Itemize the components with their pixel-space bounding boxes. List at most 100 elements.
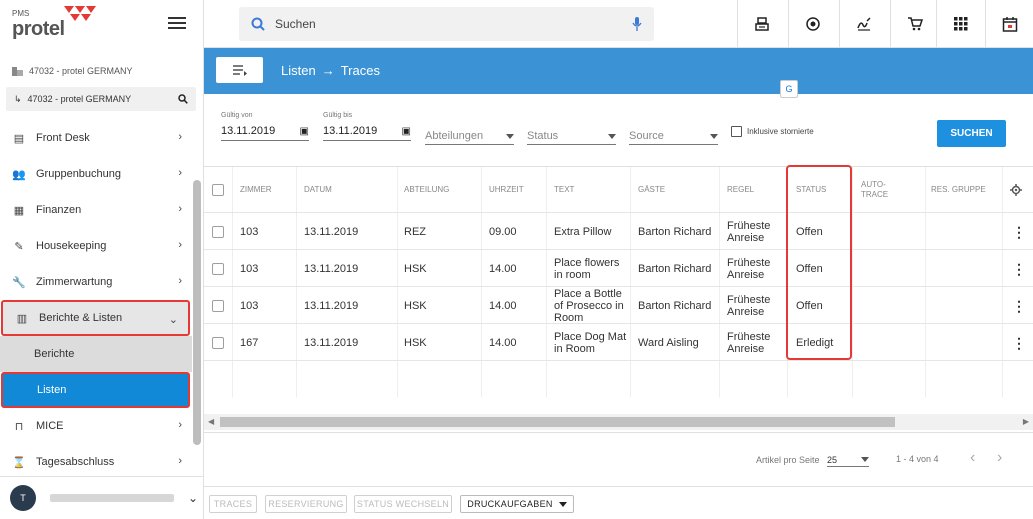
nav-subitem-reports[interactable]: Berichte — [0, 336, 192, 372]
table-row[interactable]: 167 13.11.2019 HSK 14.00 Place Dog Mat i… — [204, 323, 1033, 360]
cell-time: 14.00 — [489, 299, 517, 312]
valid-from-field[interactable]: Gültig von 13.11.2019 ▣ — [221, 112, 309, 141]
search-button[interactable]: SUCHEN — [937, 120, 1006, 147]
target-icon[interactable] — [788, 0, 836, 48]
table-row-empty — [204, 360, 1033, 397]
cart-icon[interactable] — [890, 0, 938, 48]
page-header: Listen → Traces — [204, 48, 1033, 94]
cell-date: 13.11.2019 — [304, 336, 359, 349]
hourglass-icon: ⌛ — [12, 456, 26, 469]
nav-label: Gruppenbuchung — [36, 168, 122, 180]
change-status-button[interactable]: STATUS WECHSELN — [354, 495, 452, 513]
include-cancelled-checkbox[interactable]: Inklusive stornierte — [731, 126, 814, 137]
nav-item-mice[interactable]: ⊓ MICE › — [0, 408, 192, 444]
valid-to-field[interactable]: Gültig bis 13.11.2019 ▣ — [323, 112, 411, 141]
nav-item-front-desk[interactable]: ▤ Front Desk › — [0, 120, 192, 156]
table-row[interactable]: 103 13.11.2019 HSK 14.00 Place a Bottle … — [204, 286, 1033, 324]
nav-item-day-close[interactable]: ⌛ Tagesabschluss › — [0, 444, 192, 480]
filter-toggle-button[interactable] — [216, 57, 263, 83]
calendar-icon[interactable] — [985, 0, 1033, 48]
nav-item-group-booking[interactable]: 👥 Gruppenbuchung › — [0, 156, 192, 192]
nav-label: Berichte & Listen — [39, 312, 123, 324]
microphone-icon[interactable] — [632, 17, 642, 31]
row-menu-icon[interactable]: ⋮ — [1012, 324, 1026, 361]
sub-arrow-icon: ↳ — [14, 93, 22, 104]
paginator: Artikel pro Seite 25 1 - 4 von 4 ‹ › — [204, 432, 1033, 485]
header-rule[interactable]: REGEL — [727, 167, 754, 213]
nav-label: Finanzen — [36, 204, 82, 216]
horizontal-scrollbar[interactable]: ◀ ▶ — [204, 414, 1033, 430]
scrollbar-thumb[interactable] — [220, 417, 895, 427]
row-checkbox[interactable] — [212, 262, 224, 275]
sidebar: PMS protel 47032 - protel GERMANY ↳ 4703… — [0, 0, 204, 519]
header-res-group[interactable]: RES. GRUPPE — [931, 167, 986, 213]
header-time[interactable]: UHRZEIT — [489, 167, 524, 213]
checkbox[interactable] — [731, 126, 742, 137]
cell-text: Place flowers in room — [554, 256, 620, 281]
cell-text: Place Dog Mat in Room — [554, 330, 627, 355]
next-page-icon[interactable]: › — [997, 449, 1002, 467]
cell-date: 13.11.2019 — [304, 225, 359, 238]
row-menu-icon[interactable]: ⋮ — [1012, 250, 1026, 287]
header-text[interactable]: TEXT — [554, 167, 574, 213]
per-page-label: Artikel pro Seite — [756, 455, 820, 465]
user-menu[interactable]: T ⌄ — [0, 476, 204, 519]
row-menu-icon[interactable]: ⋮ — [1012, 213, 1026, 250]
department-select[interactable]: Abteilungen — [425, 128, 514, 145]
header-department[interactable]: ABTEILUNG — [404, 167, 449, 213]
nav-subitem-lists[interactable]: Listen — [1, 372, 190, 408]
sidebar-scrollbar[interactable] — [193, 180, 201, 445]
status-select[interactable]: Status — [527, 128, 616, 145]
per-page-select[interactable]: 25 — [827, 453, 869, 467]
sign-icon[interactable] — [839, 0, 887, 48]
valid-from-label: Gültig von — [221, 112, 253, 119]
row-menu-icon[interactable]: ⋮ — [1012, 287, 1026, 324]
breadcrumb: Listen → Traces — [281, 63, 380, 78]
nav-label: Listen — [37, 384, 67, 396]
logo-prefix: PMS — [12, 9, 30, 18]
breadcrumb-arrow-icon: → — [321, 63, 335, 78]
header-room[interactable]: ZIMMER — [240, 167, 272, 213]
previous-page-icon[interactable]: ‹ — [970, 449, 975, 467]
apps-grid-icon[interactable] — [936, 0, 984, 48]
cash-register-icon[interactable] — [737, 0, 785, 48]
row-checkbox[interactable] — [212, 299, 224, 312]
scroll-right-icon[interactable]: ▶ — [1023, 417, 1029, 426]
cell-status: Offen — [796, 299, 823, 312]
header-guests[interactable]: GÄSTE — [638, 167, 665, 213]
source-select[interactable]: Source — [629, 128, 718, 145]
cell-room: 103 — [240, 262, 259, 275]
row-checkbox[interactable] — [212, 225, 224, 238]
search-icon[interactable] — [178, 94, 188, 104]
reservation-button[interactable]: RESERVIERUNG — [265, 495, 347, 513]
property-selector[interactable]: ↳ 47032 - protel GERMANY — [6, 87, 196, 111]
property-current-label: 47032 - protel GERMANY — [29, 66, 133, 76]
nav-item-housekeeping[interactable]: ✎ Housekeeping › — [0, 228, 192, 264]
scroll-left-icon[interactable]: ◀ — [208, 417, 214, 426]
calendar-icon[interactable]: ▣ — [402, 126, 411, 137]
table-row[interactable]: 103 13.11.2019 HSK 14.00 Place flowers i… — [204, 249, 1033, 286]
nav-item-maintenance[interactable]: 🔧 Zimmerwartung › — [0, 264, 192, 300]
header-auto-trace[interactable]: AUTO- TRACE — [861, 167, 888, 213]
search-input[interactable] — [275, 17, 632, 31]
print-tasks-button[interactable]: DRUCKAUFGABEN — [460, 495, 574, 513]
translate-icon[interactable]: G — [780, 80, 798, 98]
calendar-icon[interactable]: ▣ — [300, 126, 309, 137]
cell-department: HSK — [404, 299, 427, 312]
traces-button[interactable]: TRACES — [209, 495, 257, 513]
hamburger-menu-icon[interactable] — [166, 14, 188, 34]
cell-date: 13.11.2019 — [304, 262, 359, 275]
nav-item-reports-lists[interactable]: ▥ Berichte & Listen ⌄ — [1, 300, 190, 336]
header-date[interactable]: DATUM — [304, 167, 332, 213]
action-bar: TRACES RESERVIERUNG STATUS WECHSELN DRUC… — [204, 486, 1033, 519]
breadcrumb-parent[interactable]: Listen — [281, 63, 316, 78]
row-checkbox[interactable] — [212, 336, 224, 349]
header-status[interactable]: STATUS — [796, 167, 826, 213]
nav-item-finance[interactable]: ▦ Finanzen › — [0, 192, 192, 228]
chevron-right-icon: › — [178, 203, 182, 215]
cell-room: 167 — [240, 336, 259, 349]
cell-status: Offen — [796, 262, 823, 275]
table-row[interactable]: 103 13.11.2019 REZ 09.00 Extra Pillow Ba… — [204, 212, 1033, 249]
select-all-checkbox[interactable] — [212, 167, 224, 213]
column-settings-gear-icon[interactable] — [1010, 167, 1022, 213]
